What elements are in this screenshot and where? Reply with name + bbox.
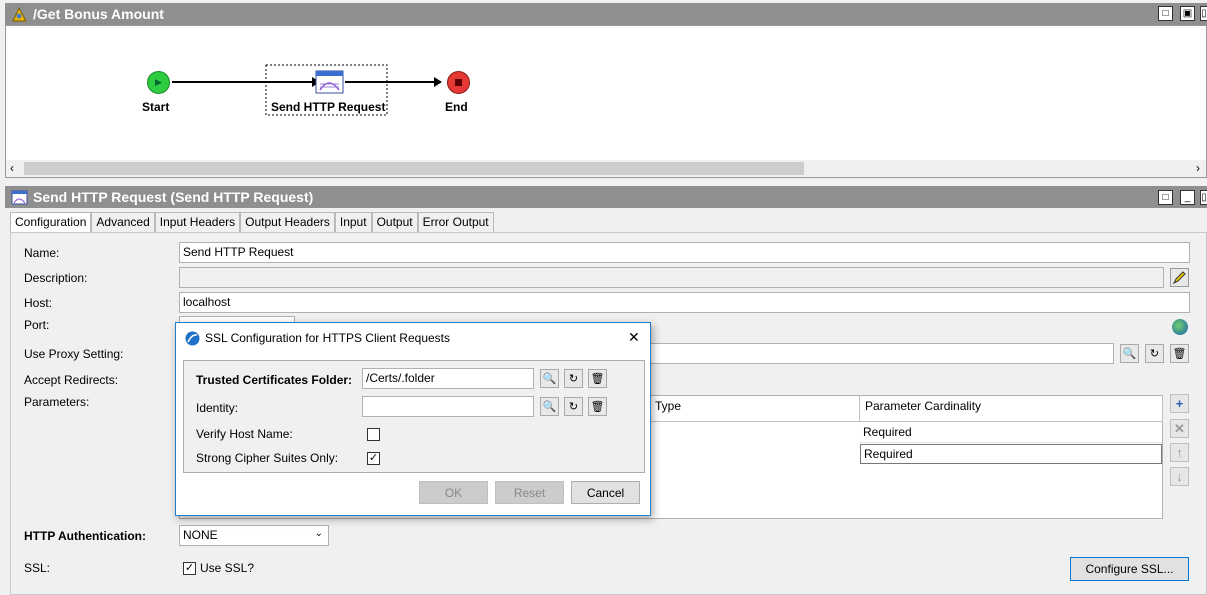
auth-select[interactable]: NONE ⌄: [179, 525, 329, 546]
tab-advanced[interactable]: Advanced: [91, 212, 155, 232]
tab-configuration[interactable]: Configuration: [10, 212, 92, 232]
scroll-thumb[interactable]: [24, 162, 804, 175]
globe-icon[interactable]: [1172, 319, 1188, 335]
description-label: Description:: [24, 271, 88, 285]
move-up-button[interactable]: ↑: [1170, 443, 1189, 462]
table-row[interactable]: Required: [860, 444, 1162, 464]
identity-browse-button[interactable]: 🔍: [540, 397, 559, 416]
name-field[interactable]: Send HTTP Request: [179, 242, 1190, 263]
tab-input[interactable]: Input: [334, 212, 372, 232]
port-label: Port:: [24, 318, 50, 332]
http-request-node[interactable]: [315, 68, 344, 95]
host-label: Host:: [24, 296, 53, 310]
tab-error-output[interactable]: Error Output: [417, 212, 494, 232]
strong-label: Strong Cipher Suites Only:: [196, 451, 339, 465]
use-ssl-checkbox[interactable]: ✓: [183, 562, 196, 575]
restore-button[interactable]: □: [1158, 190, 1173, 205]
proxy-refresh-button[interactable]: ↻: [1145, 344, 1164, 363]
verify-checkbox[interactable]: [367, 428, 380, 441]
arrow-up-icon: ↑: [1176, 445, 1183, 460]
reset-button[interactable]: Reset: [495, 481, 564, 504]
x-icon: ✕: [1174, 420, 1185, 436]
trusted-label: Trusted Certificates Folder:: [196, 373, 353, 387]
dialog-content: Trusted Certificates Folder: /Certs/.fol…: [183, 360, 645, 473]
redirects-label: Accept Redirects:: [24, 373, 119, 387]
table-row[interactable]: Required: [860, 423, 1162, 443]
arrow-down-icon: ↓: [1176, 469, 1183, 484]
proxy-field[interactable]: [650, 343, 1114, 364]
edit-description-button[interactable]: [1170, 268, 1189, 287]
strong-checkbox[interactable]: ✓: [367, 452, 380, 465]
end-label: End: [445, 100, 468, 114]
trusted-refresh-button[interactable]: ↻: [564, 369, 583, 388]
column-header-type[interactable]: Type: [650, 396, 860, 422]
start-node[interactable]: ▶: [147, 71, 170, 94]
description-field[interactable]: [179, 267, 1164, 288]
window-button[interactable]: ▯: [1200, 190, 1207, 205]
identity-delete-button[interactable]: 🗑: [588, 397, 607, 416]
properties-title: Send HTTP Request (Send HTTP Request): [33, 189, 314, 205]
remove-parameter-button[interactable]: ✕: [1170, 419, 1189, 438]
verify-label: Verify Host Name:: [196, 427, 293, 441]
minimize-button[interactable]: _: [1180, 190, 1195, 205]
configure-ssl-button[interactable]: Configure SSL...: [1070, 557, 1189, 581]
column-header-cardinality[interactable]: Parameter Cardinality: [860, 396, 1163, 422]
plus-icon: +: [1175, 396, 1184, 411]
http-request-icon: [315, 70, 344, 94]
trash-icon: 🗑: [1172, 348, 1187, 360]
dialog-title: SSL Configuration for HTTPS Client Reque…: [205, 331, 450, 345]
tab-output[interactable]: Output: [371, 212, 418, 232]
binoculars-icon: 🔍: [1122, 348, 1137, 360]
cancel-button[interactable]: Cancel: [571, 481, 640, 504]
trusted-delete-button[interactable]: 🗑: [588, 369, 607, 388]
end-node[interactable]: [447, 71, 470, 94]
refresh-icon: ↻: [568, 401, 579, 413]
proxy-browse-button[interactable]: 🔍: [1120, 344, 1139, 363]
host-field[interactable]: localhost: [179, 292, 1190, 313]
refresh-icon: ↻: [1149, 348, 1160, 360]
auth-label: HTTP Authentication:: [24, 529, 146, 543]
start-label: Start: [142, 100, 170, 114]
tab-output-headers[interactable]: Output Headers: [240, 212, 335, 232]
trusted-field[interactable]: /Certs/.folder: [362, 368, 534, 389]
canvas-scrollbar[interactable]: ‹ ›: [6, 160, 1206, 177]
scroll-right-icon[interactable]: ›: [1196, 161, 1200, 175]
close-icon[interactable]: ✕: [628, 329, 640, 346]
add-parameter-button[interactable]: +: [1170, 394, 1189, 413]
chevron-down-icon: ⌄: [314, 528, 323, 539]
binoculars-icon: 🔍: [542, 401, 557, 413]
ok-button[interactable]: OK: [419, 481, 488, 504]
proxy-delete-button[interactable]: 🗑: [1170, 344, 1189, 363]
auth-value: NONE: [183, 528, 218, 542]
pencil-icon: [1172, 271, 1186, 285]
app-logo-icon: [185, 331, 200, 346]
name-label: Name:: [24, 246, 60, 260]
workflow-diagram: [172, 64, 442, 116]
trash-icon: 🗑: [590, 401, 605, 413]
properties-title-bar: Send HTTP Request (Send HTTP Request): [5, 186, 1207, 208]
move-down-button[interactable]: ↓: [1170, 467, 1189, 486]
identity-field[interactable]: [362, 396, 534, 417]
scroll-left-icon[interactable]: ‹: [10, 161, 14, 175]
play-icon: ▶: [155, 77, 162, 87]
identity-label: Identity:: [196, 401, 239, 415]
binoculars-icon: 🔍: [542, 373, 557, 385]
http-request-label: Send HTTP Request: [271, 100, 386, 114]
trash-icon: 🗑: [590, 373, 605, 385]
properties-tabs: Configuration Advanced Input Headers Out…: [10, 212, 494, 232]
identity-refresh-button[interactable]: ↻: [564, 397, 583, 416]
use-ssl-label: Use SSL?: [200, 561, 255, 575]
ssl-dialog: SSL Configuration for HTTPS Client Reque…: [175, 322, 651, 516]
stop-icon: [455, 79, 462, 86]
ssl-label: SSL:: [24, 561, 51, 575]
trusted-browse-button[interactable]: 🔍: [540, 369, 559, 388]
refresh-icon: ↻: [568, 373, 579, 385]
http-request-icon: [11, 190, 28, 204]
proxy-label: Use Proxy Setting:: [24, 347, 124, 361]
parameters-label: Parameters:: [24, 395, 90, 409]
tab-input-headers[interactable]: Input Headers: [154, 212, 241, 232]
